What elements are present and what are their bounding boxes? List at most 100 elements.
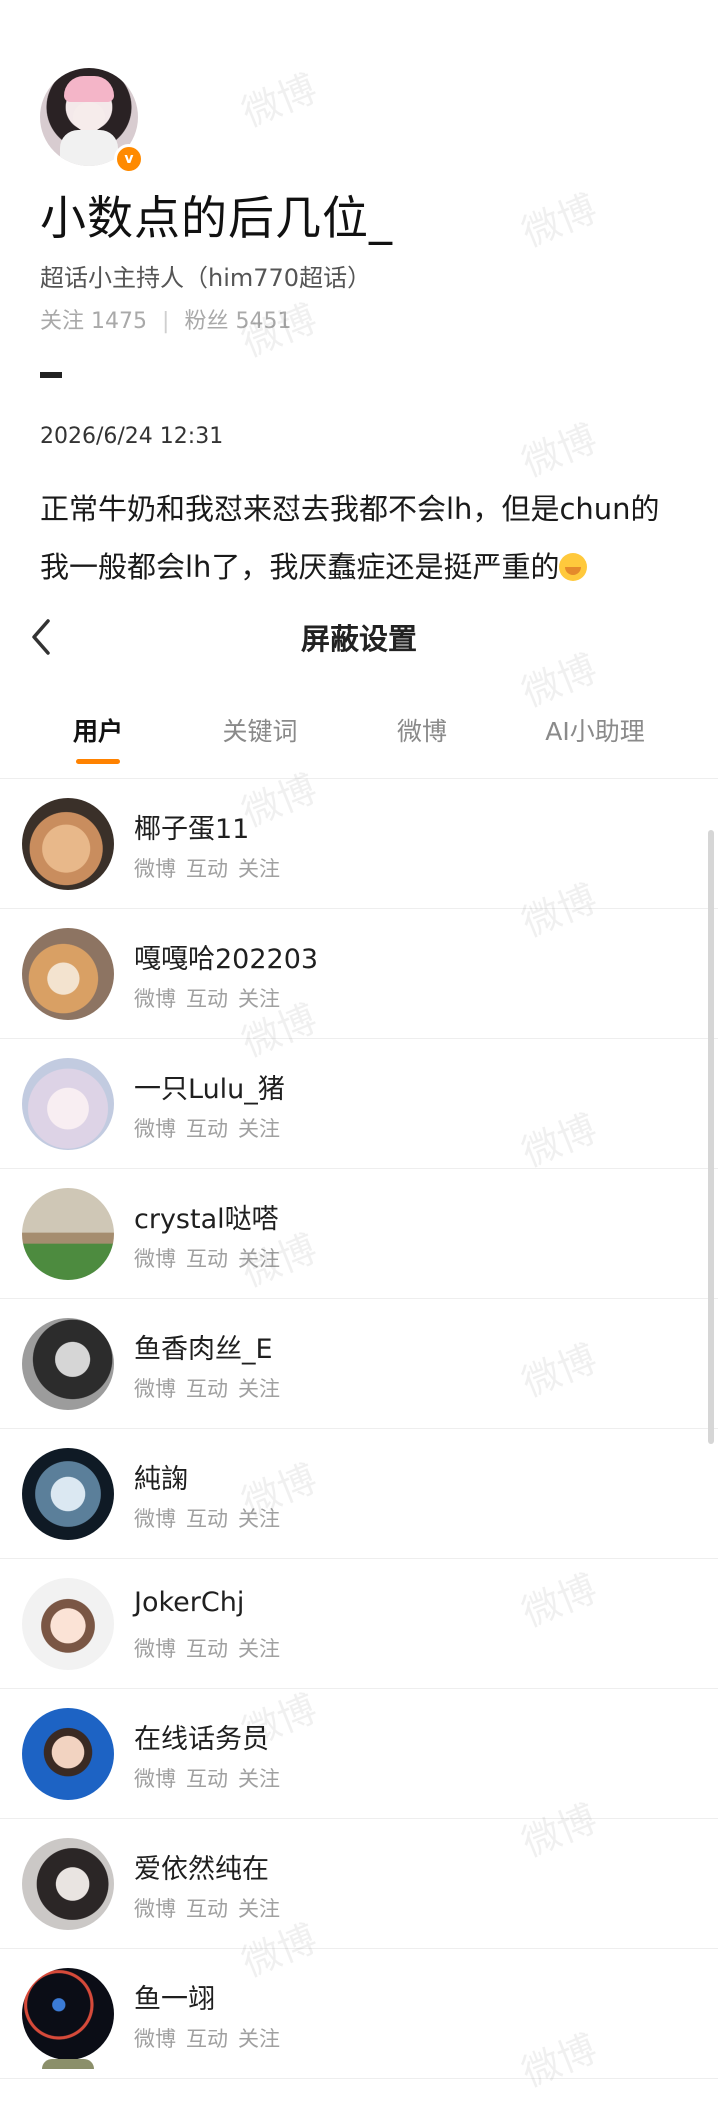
block-scope: 微博 互动 关注 bbox=[134, 983, 290, 1013]
scope-follow: 关注 bbox=[238, 987, 280, 1011]
scope-weibo: 微博 bbox=[134, 1767, 176, 1791]
tab-users[interactable]: 用户 bbox=[38, 686, 158, 778]
scope-interaction: 互动 bbox=[186, 1377, 228, 1401]
post-author-role[interactable]: 超话小主持人（him770超话） bbox=[40, 258, 371, 293]
laughing-emoji-icon bbox=[559, 553, 588, 581]
block-scope: 微博 互动 关注 bbox=[134, 853, 290, 883]
avatar bbox=[42, 2059, 94, 2069]
user-name[interactable]: 爱依然纯在 bbox=[134, 1847, 269, 1886]
user-name[interactable]: 椰子蛋11 bbox=[134, 807, 249, 846]
block-scope: 微博 互动 关注 bbox=[134, 2023, 290, 2053]
tab-label: AI小助理 bbox=[545, 717, 645, 746]
scope-interaction: 互动 bbox=[186, 1117, 228, 1141]
avatar[interactable] bbox=[22, 1448, 114, 1540]
list-item[interactable]: crystal哒嗒 微博 互动 关注 bbox=[0, 1169, 718, 1299]
post-author-stats: 关注 1475 | 粉丝 5451 bbox=[40, 303, 291, 335]
list-item[interactable]: 鱼香肉丝_E 微博 互动 关注 bbox=[0, 1299, 718, 1429]
list-item[interactable]: 嘎嘎哈202203 微博 互动 关注 bbox=[0, 909, 718, 1039]
tab-label: 用户 bbox=[72, 717, 123, 746]
avatar[interactable] bbox=[22, 1968, 114, 2060]
avatar[interactable] bbox=[22, 1318, 114, 1410]
list-item[interactable]: 鱼一翊 微博 互动 关注 bbox=[0, 1949, 718, 2079]
user-name[interactable]: 嘎嘎哈202203 bbox=[134, 937, 318, 976]
block-scope: 微博 互动 关注 bbox=[134, 1503, 290, 1533]
tab-keywords[interactable]: 关键词 bbox=[200, 686, 320, 778]
user-name[interactable]: 鱼香肉丝_E bbox=[134, 1327, 273, 1366]
avatar[interactable] bbox=[22, 1838, 114, 1930]
scope-interaction: 互动 bbox=[186, 1767, 228, 1791]
scope-interaction: 互动 bbox=[186, 987, 228, 1011]
page-title: 屏蔽设置 bbox=[300, 622, 417, 656]
scope-follow: 关注 bbox=[238, 1637, 280, 1661]
user-name[interactable]: crystal哒嗒 bbox=[134, 1197, 279, 1236]
scope-follow: 关注 bbox=[238, 1507, 280, 1531]
scope-follow: 关注 bbox=[238, 1247, 280, 1271]
blocked-user-list: 椰子蛋11 微博 互动 关注 嘎嘎哈202203 微博 互动 关注 一只Lulu_猪 微… bbox=[0, 779, 718, 2079]
scope-follow: 关注 bbox=[238, 1117, 280, 1141]
avatar-body bbox=[60, 130, 118, 166]
avatar[interactable] bbox=[22, 1578, 114, 1670]
scope-interaction: 互动 bbox=[186, 857, 228, 881]
scope-follow: 关注 bbox=[238, 2027, 280, 2051]
user-name[interactable]: 鱼一翊 bbox=[134, 1977, 215, 2016]
post-text: 正常牛奶和我怼来怼去我都不会lh，但是chun的我一般都会lh了，我厌蠢症还是挺… bbox=[40, 480, 680, 596]
tab-active-indicator bbox=[76, 759, 120, 764]
tab-weibo[interactable]: 微博 bbox=[362, 686, 482, 778]
scope-interaction: 互动 bbox=[186, 2027, 228, 2051]
following-label[interactable]: 关注 bbox=[40, 309, 84, 334]
list-item[interactable]: 在线话务员 微博 互动 关注 bbox=[0, 1689, 718, 1819]
avatar[interactable] bbox=[22, 798, 114, 890]
scope-weibo: 微博 bbox=[134, 1507, 176, 1531]
stats-divider: | bbox=[162, 309, 170, 334]
post-author-name[interactable]: 小数点的后几位_ bbox=[40, 182, 393, 248]
list-item[interactable]: 椰子蛋11 微博 互动 关注 bbox=[0, 779, 718, 909]
block-scope: 微博 互动 关注 bbox=[134, 1633, 290, 1663]
scope-weibo: 微博 bbox=[134, 1117, 176, 1141]
user-name[interactable]: 在线话务员 bbox=[134, 1717, 269, 1756]
list-item[interactable]: 一只Lulu_猪 微博 互动 关注 bbox=[0, 1039, 718, 1169]
scope-weibo: 微博 bbox=[134, 1247, 176, 1271]
scope-follow: 关注 bbox=[238, 1767, 280, 1791]
avatar[interactable] bbox=[22, 1708, 114, 1800]
scope-interaction: 互动 bbox=[186, 1247, 228, 1271]
tab-ai-assistant[interactable]: AI小助理 bbox=[510, 686, 680, 778]
following-count[interactable]: 1475 bbox=[91, 309, 147, 334]
avatar[interactable] bbox=[22, 1058, 114, 1150]
scope-interaction: 互动 bbox=[186, 1507, 228, 1531]
scope-interaction: 互动 bbox=[186, 1637, 228, 1661]
avatar-face bbox=[73, 102, 105, 132]
block-scope: 微博 互动 关注 bbox=[134, 1243, 290, 1273]
avatar[interactable] bbox=[22, 1188, 114, 1280]
block-settings-screen: 屏蔽设置 用户 关键词 微博 AI小助理 椰子蛋11 微博 互动 关注 嘎嘎哈202… bbox=[0, 590, 718, 2107]
verified-badge-icon: v bbox=[114, 144, 144, 174]
scope-weibo: 微博 bbox=[134, 2027, 176, 2051]
scope-weibo: 微博 bbox=[134, 1377, 176, 1401]
block-scope: 微博 互动 关注 bbox=[134, 1113, 290, 1143]
scrollbar[interactable] bbox=[708, 830, 714, 1444]
list-item[interactable]: JokerChj 微博 互动 关注 bbox=[0, 1559, 718, 1689]
post-date: 2026/6/24 12:31 bbox=[40, 424, 224, 449]
user-name[interactable]: JokerChj bbox=[134, 1587, 244, 1618]
scope-weibo: 微博 bbox=[134, 1637, 176, 1661]
user-name[interactable]: 一只Lulu_猪 bbox=[134, 1067, 285, 1106]
scope-weibo: 微博 bbox=[134, 987, 176, 1011]
tab-label: 关键词 bbox=[222, 717, 298, 746]
scope-weibo: 微博 bbox=[134, 857, 176, 881]
scope-follow: 关注 bbox=[238, 1377, 280, 1401]
followers-label[interactable]: 粉丝 bbox=[184, 309, 228, 334]
list-item[interactable]: 爱依然纯在 微博 互动 关注 bbox=[0, 1819, 718, 1949]
followers-count[interactable]: 5451 bbox=[235, 309, 291, 334]
divider-dash bbox=[40, 372, 62, 378]
tab-label: 微博 bbox=[396, 717, 447, 746]
scope-follow: 关注 bbox=[238, 857, 280, 881]
user-name[interactable]: 純諊 bbox=[134, 1457, 188, 1496]
block-scope: 微博 互动 关注 bbox=[134, 1373, 290, 1403]
nav-bar: 屏蔽设置 bbox=[0, 590, 718, 686]
tab-bar: 用户 关键词 微博 AI小助理 bbox=[0, 686, 718, 779]
list-item[interactable]: 純諊 微博 互动 关注 bbox=[0, 1429, 718, 1559]
block-scope: 微博 互动 关注 bbox=[134, 1763, 290, 1793]
block-scope: 微博 互动 关注 bbox=[134, 1893, 290, 1923]
avatar-hat bbox=[64, 76, 114, 102]
avatar[interactable] bbox=[22, 928, 114, 1020]
scope-interaction: 互动 bbox=[186, 1897, 228, 1921]
